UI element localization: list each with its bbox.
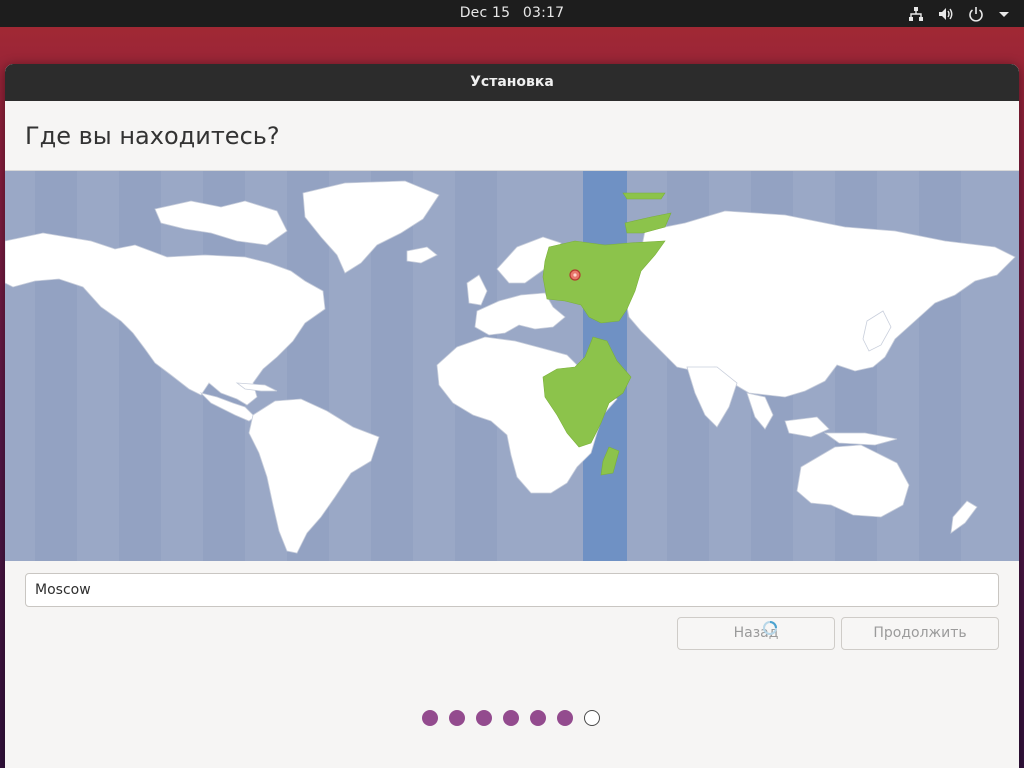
progress-step-done [557,710,573,726]
menu-arrow-icon[interactable] [998,6,1010,22]
progress-indicator [422,710,600,726]
progress-step-done [503,710,519,726]
network-icon[interactable] [908,6,924,22]
progress-step-done [449,710,465,726]
clock[interactable]: Dec 15 03:17 [0,5,1024,21]
volume-icon[interactable] [938,6,954,22]
progress-step-current [584,710,600,726]
progress-step-done [530,710,546,726]
progress-step-done [476,710,492,726]
location-search-input[interactable] [25,573,999,607]
world-map[interactable] [5,171,1019,561]
system-tray[interactable] [908,4,1010,23]
power-icon[interactable] [968,6,984,22]
clock-date: Dec 15 [459,5,511,21]
progress-step-done [422,710,438,726]
installer-window: Установка Где вы находитесь? Moscow Наза… [5,64,1019,768]
clock-time: 03:17 [522,5,565,21]
continue-button[interactable]: Продолжить [841,617,999,650]
top-bar: Dec 15 03:17 [0,0,1024,27]
window-title[interactable]: Установка [5,64,1019,101]
page-title: Где вы находитесь? [25,122,280,150]
back-button[interactable]: Назад [677,617,835,650]
timezone-map[interactable] [5,170,1019,561]
moscow-location-pin[interactable] [569,269,581,281]
loading-spinner-icon [762,620,778,640]
